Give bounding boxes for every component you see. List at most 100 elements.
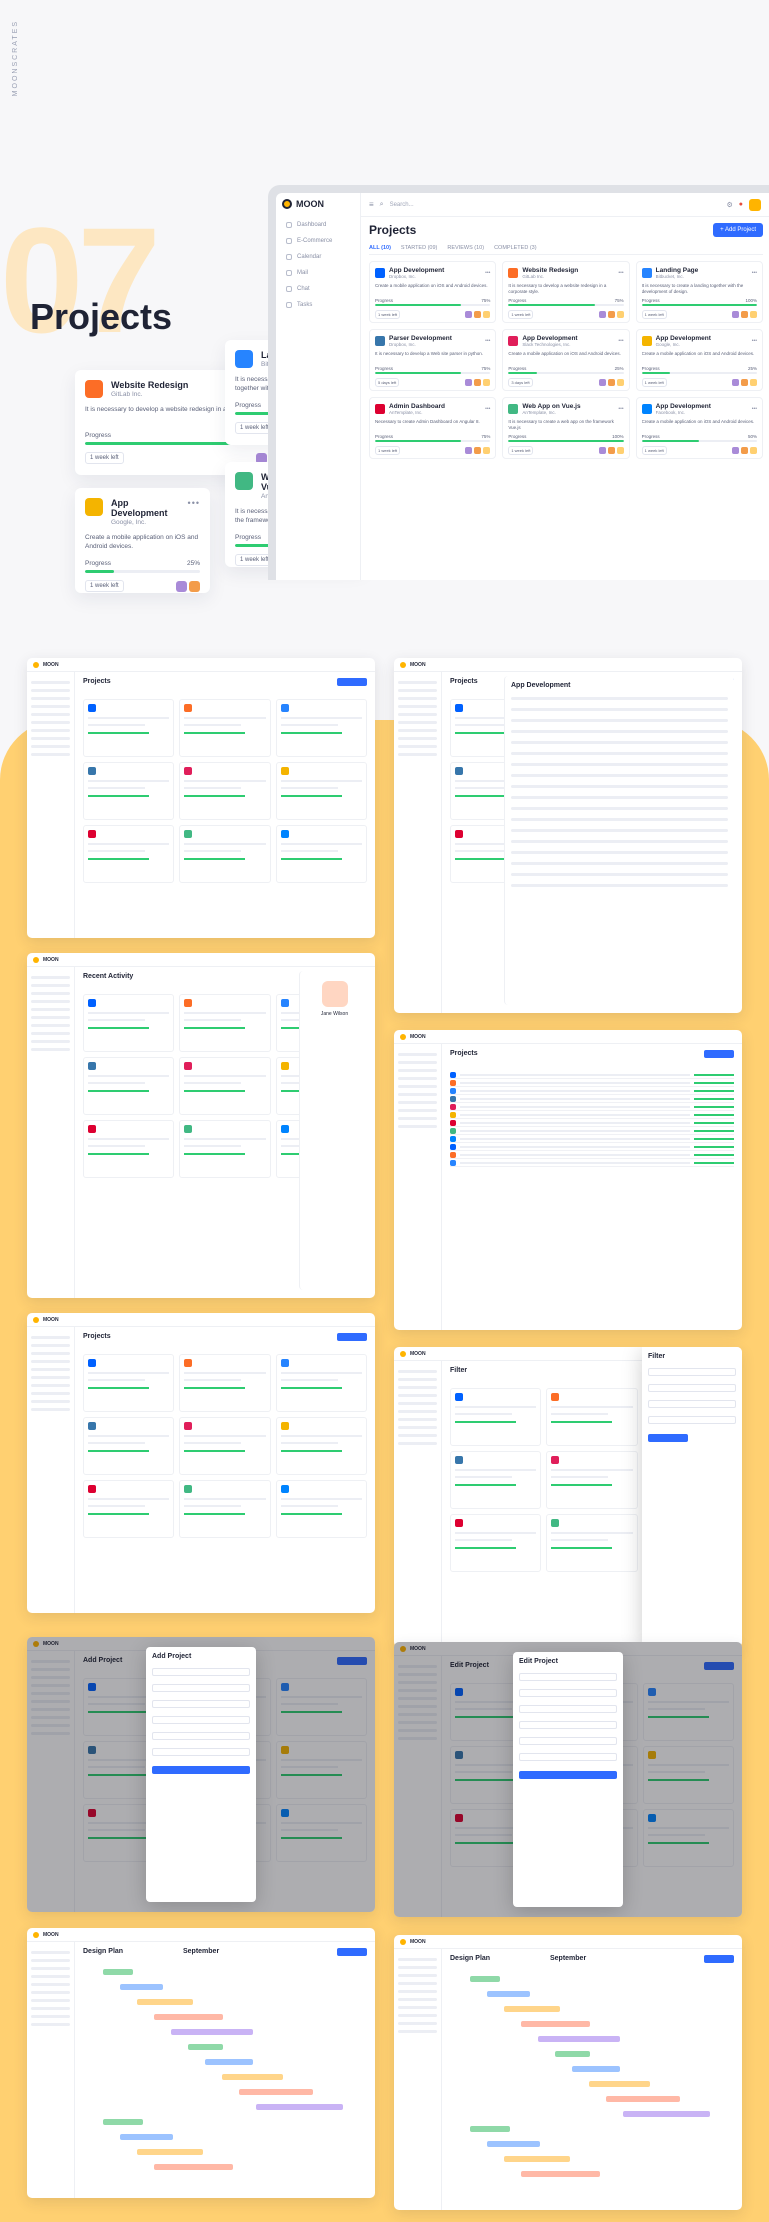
search-input[interactable]: Search... [390, 202, 721, 208]
sidebar [27, 1327, 75, 1613]
avatar[interactable] [732, 311, 739, 318]
project-card[interactable]: Website Redesign GitLab Inc. ••• It is nec… [502, 261, 630, 323]
more-icon[interactable]: ••• [485, 270, 490, 276]
avatar[interactable] [616, 447, 624, 454]
sidebar-item[interactable]: Tasks [282, 297, 354, 313]
form-field[interactable] [152, 1700, 250, 1708]
modal-title: Add Project [152, 1653, 192, 1660]
avatar[interactable] [483, 447, 491, 454]
avatar[interactable] [598, 311, 606, 318]
avatar[interactable] [607, 447, 615, 454]
avatar[interactable] [483, 311, 491, 318]
showcase-card[interactable]: App Development Google, Inc. ••• Create a … [75, 488, 210, 593]
avatar[interactable] [474, 311, 482, 318]
avatar[interactable] [465, 447, 473, 454]
tab[interactable]: COMPLETED (3) [494, 245, 536, 251]
tab[interactable]: STARTED (09) [401, 245, 437, 251]
filter-field[interactable] [648, 1368, 736, 1376]
more-icon[interactable]: ••• [485, 338, 490, 344]
avatar[interactable] [607, 311, 615, 318]
form-field[interactable] [152, 1748, 250, 1756]
sidebar-item[interactable]: Dashboard [282, 217, 354, 233]
form-field[interactable] [152, 1716, 250, 1724]
tab[interactable]: ALL (10) [369, 245, 391, 251]
more-icon[interactable]: ••• [752, 338, 757, 344]
avatar[interactable] [598, 447, 606, 454]
company-logo-icon [508, 336, 519, 346]
bell-icon[interactable]: ● [739, 201, 743, 208]
avatar[interactable] [189, 580, 200, 592]
month-label: September [550, 1955, 587, 1962]
filter-field[interactable] [648, 1416, 736, 1424]
project-card[interactable]: Admin Dashboard AnTemplate, Inc. ••• Neces… [369, 397, 497, 459]
avatar[interactable] [750, 311, 757, 318]
avatar[interactable] [616, 311, 624, 318]
tab[interactable]: REVIEWS (10) [447, 245, 484, 251]
project-card[interactable]: App Development Slack Technologies, Inc. •… [502, 329, 630, 391]
form-field[interactable] [519, 1689, 617, 1697]
sidebar-item[interactable]: Mail [282, 265, 354, 281]
project-card[interactable]: Parser Development Dropbox, Inc. ••• It is… [369, 329, 497, 391]
avatar[interactable] [176, 580, 187, 592]
form-field[interactable] [152, 1668, 250, 1676]
avatar[interactable] [474, 447, 482, 454]
form-field[interactable] [519, 1673, 617, 1681]
avatar[interactable] [741, 311, 748, 318]
avatar[interactable] [483, 379, 491, 386]
due-badge: 1 week left [641, 446, 667, 455]
add-project-button[interactable] [337, 1333, 367, 1341]
avatar[interactable] [598, 379, 606, 386]
avatar[interactable] [732, 447, 739, 454]
form-field[interactable] [152, 1684, 250, 1692]
form-field[interactable] [519, 1753, 617, 1761]
avatar[interactable] [465, 311, 473, 318]
avatar[interactable] [741, 447, 748, 454]
more-icon[interactable]: ••• [752, 270, 757, 276]
submit-button[interactable] [519, 1771, 617, 1779]
avatar[interactable] [732, 379, 739, 386]
filter-field[interactable] [648, 1400, 736, 1408]
progress-bar [508, 440, 624, 442]
add-project-button[interactable]: + Add Project [713, 223, 763, 237]
avatar[interactable] [750, 379, 757, 386]
form-field[interactable] [519, 1737, 617, 1745]
project-card[interactable]: Web App on Vue.js AnTemplate, Inc. ••• It … [502, 397, 630, 459]
more-icon[interactable]: ••• [618, 338, 623, 344]
form-field[interactable] [152, 1732, 250, 1740]
menu-icon[interactable]: ≡ [369, 200, 374, 209]
more-icon[interactable]: ••• [618, 406, 623, 412]
apply-button[interactable] [648, 1434, 688, 1442]
submit-button[interactable] [152, 1766, 250, 1774]
avatar[interactable] [607, 379, 615, 386]
card-company: AnTemplate, Inc. [389, 410, 423, 415]
add-project-button[interactable] [704, 1955, 734, 1963]
progress-label: Progress [508, 434, 527, 439]
form-field[interactable] [519, 1705, 617, 1713]
sidebar-item[interactable]: Chat [282, 281, 354, 297]
due-badge: 1 week left [641, 378, 667, 387]
project-card[interactable]: App Development Google, Inc. ••• Create a … [635, 329, 763, 391]
project-card[interactable]: App Development Dropbox, Inc. ••• Create a… [369, 261, 497, 323]
avatar[interactable] [465, 379, 473, 386]
add-project-button[interactable] [337, 1948, 367, 1956]
project-card[interactable]: App Development Facebook, Inc. ••• Create … [635, 397, 763, 459]
project-card[interactable]: Landing Page Bitbucket, Inc. ••• It is nec… [635, 261, 763, 323]
more-icon[interactable]: ••• [485, 406, 490, 412]
brand-name: MOON [410, 1350, 426, 1357]
avatar[interactable] [749, 198, 761, 211]
gear-icon[interactable]: ⚙ [726, 201, 732, 209]
avatar[interactable] [741, 379, 748, 386]
avatar[interactable] [474, 379, 482, 386]
more-icon[interactable]: ••• [618, 270, 623, 276]
more-icon[interactable]: ••• [188, 498, 200, 508]
more-icon[interactable]: ••• [752, 406, 757, 412]
card-description: It is necessary to create a web app on t… [508, 419, 614, 430]
avatar[interactable] [750, 447, 757, 454]
avatar[interactable] [616, 379, 624, 386]
sidebar-item[interactable]: Calendar [282, 249, 354, 265]
filter-field[interactable] [648, 1384, 736, 1392]
add-project-button[interactable] [337, 678, 367, 686]
add-project-button[interactable] [704, 1050, 734, 1058]
form-field[interactable] [519, 1721, 617, 1729]
sidebar-item[interactable]: E-Commerce [282, 233, 354, 249]
